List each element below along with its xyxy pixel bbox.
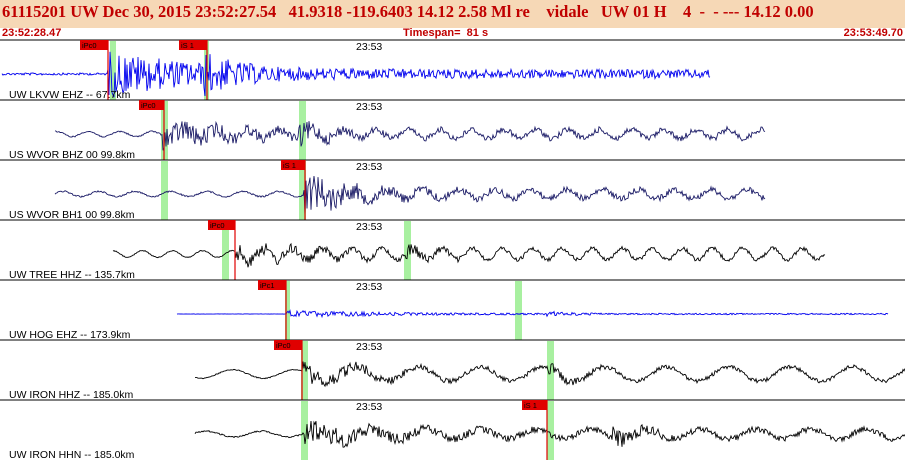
trace-time-label: 23:53	[356, 341, 382, 353]
trace-time-label: 23:53	[356, 401, 382, 413]
trace-time-label: 23:53	[356, 221, 382, 233]
waveform-trace	[176, 309, 889, 319]
pick-label: iS 1	[181, 41, 194, 50]
station-label: UW LKVW EHZ -- 67.7km	[9, 89, 131, 101]
trace-panel[interactable]: iS 1 23:53 US WVOR BH1 00 99.8km	[0, 159, 905, 221]
station-label: UW IRON HHZ -- 185.0km	[9, 389, 134, 401]
trace-panel[interactable]: iPc0 23:53 UW TREE HHZ -- 135.7km	[0, 219, 905, 281]
seismogram-panel[interactable]: iPc0 iS 1 23:53 UW LKVW EHZ -- 67.7km iPc0 23…	[0, 0, 905, 460]
pick-label: iS 1	[524, 401, 537, 410]
pick-label: iPc0	[210, 221, 225, 230]
pick-label: iPc0	[82, 41, 97, 50]
phase-window-marker	[301, 401, 308, 460]
trace-panel[interactable]: iPc1 23:53 UW HOG EHZ -- 173.9km	[0, 279, 905, 341]
trace-time-label: 23:53	[356, 41, 382, 53]
station-label: UW HOG EHZ -- 173.9km	[9, 329, 131, 341]
pick-label: iS 1	[283, 161, 296, 170]
phase-window-marker	[515, 281, 522, 340]
pick-label: iPc1	[260, 281, 275, 290]
station-label: UW TREE HHZ -- 135.7km	[9, 269, 135, 281]
phase-window-marker	[547, 401, 554, 460]
station-label: UW IRON HHN -- 185.0km	[9, 449, 135, 460]
pick-label: iPc0	[276, 341, 291, 350]
trace-panel[interactable]: iS 1 23:53 UW IRON HHN -- 185.0km	[0, 399, 905, 460]
waveform-trace	[112, 242, 826, 268]
phase-window-marker	[161, 161, 168, 220]
trace-panel[interactable]: iPc0 iS 1 23:53 UW LKVW EHZ -- 67.7km	[0, 39, 905, 101]
trace-panel[interactable]: iPc0 23:53 US WVOR BHZ 00 99.8km	[0, 99, 905, 161]
station-label: US WVOR BHZ 00 99.8km	[9, 149, 135, 161]
trace-panel[interactable]: iPc0 23:53 UW IRON HHZ -- 185.0km	[0, 339, 905, 401]
trace-time-label: 23:53	[356, 281, 382, 293]
trace-time-label: 23:53	[356, 161, 382, 173]
station-label: US WVOR BH1 00 99.8km	[9, 209, 135, 221]
trace-time-label: 23:53	[356, 101, 382, 113]
pick-label: iPc0	[141, 101, 156, 110]
